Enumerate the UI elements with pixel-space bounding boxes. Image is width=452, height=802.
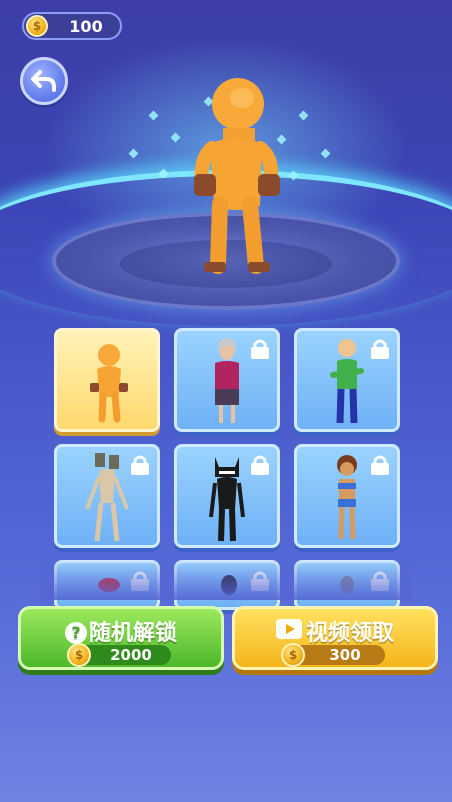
skin-card-tribal-girl[interactable] bbox=[294, 444, 400, 548]
random-unlock-price-value: 2000 bbox=[110, 646, 152, 664]
lock-icon bbox=[371, 339, 389, 359]
coin-icon: $ bbox=[67, 643, 91, 667]
video-reward-price: $ 300 bbox=[281, 643, 385, 667]
skin-card-siren-head[interactable] bbox=[54, 444, 160, 548]
video-play-icon bbox=[275, 619, 302, 639]
random-unlock-price: $ 2000 bbox=[67, 643, 171, 667]
random-unlock-button[interactable]: ? 随机解锁 $ 2000 bbox=[18, 606, 224, 670]
lock-icon bbox=[251, 339, 269, 359]
random-unlock-label: 随机解锁 bbox=[88, 621, 177, 646]
coin-icon: $ bbox=[26, 15, 48, 37]
video-reward-button[interactable]: 视频领取 $ 300 bbox=[232, 606, 438, 670]
back-arrow-icon bbox=[31, 70, 56, 92]
back-button[interactable] bbox=[20, 57, 68, 105]
lock-icon bbox=[371, 455, 389, 475]
lock-icon bbox=[131, 455, 149, 475]
random-unlock-title: ? 随机解锁 bbox=[21, 615, 221, 647]
video-reward-title: 视频领取 bbox=[235, 615, 435, 647]
question-icon: ? bbox=[64, 622, 87, 644]
game-screen: $ 100 ? 随机解锁 $ 2000 视频领取 $ 300 bbox=[0, 0, 452, 802]
orange-dummy-figure bbox=[90, 344, 128, 423]
skin-card-old-lady[interactable] bbox=[174, 328, 280, 432]
skin-card-orange-dummy[interactable] bbox=[54, 328, 160, 432]
coin-amount: 100 bbox=[69, 17, 103, 36]
skin-card-baldi-teacher[interactable] bbox=[294, 328, 400, 432]
coin-icon: $ bbox=[281, 643, 305, 667]
lock-icon bbox=[251, 455, 269, 475]
coin-counter: $ 100 bbox=[22, 12, 122, 40]
video-reward-price-value: 300 bbox=[329, 646, 361, 664]
skin-card-cartoon-cat[interactable] bbox=[174, 444, 280, 548]
grid-scroll-fade bbox=[40, 560, 412, 600]
video-reward-label: 视频领取 bbox=[305, 621, 394, 646]
selected-character-preview bbox=[194, 78, 280, 274]
